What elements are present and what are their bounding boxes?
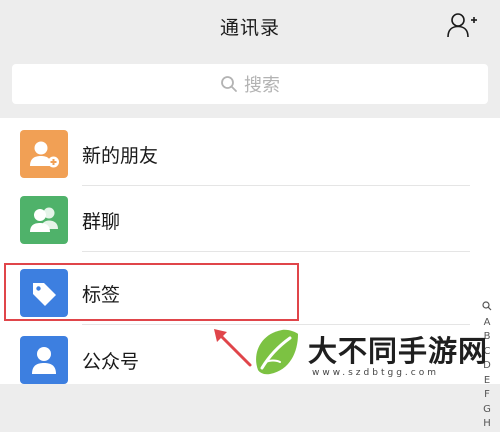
- divider: [82, 251, 470, 252]
- group-chat-icon: [20, 196, 68, 244]
- index-letter[interactable]: G: [480, 403, 494, 418]
- search-placeholder: 搜索: [244, 75, 280, 96]
- list-item-group-chat[interactable]: 群聊: [0, 186, 470, 252]
- leaf-logo-icon: [248, 324, 304, 380]
- official-account-icon: [20, 336, 68, 384]
- new-friend-icon: [20, 130, 68, 178]
- index-search-icon[interactable]: [480, 301, 494, 316]
- search-area: 搜索: [0, 52, 500, 118]
- header: 通讯录: [0, 0, 500, 52]
- search-input[interactable]: 搜索: [12, 64, 488, 104]
- search-icon: [220, 75, 238, 93]
- list-item-label: 新的朋友: [82, 145, 159, 167]
- list-item-label: 公众号: [82, 351, 140, 373]
- add-contact-icon[interactable]: [446, 11, 478, 39]
- list-item-new-friends[interactable]: 新的朋友: [0, 120, 470, 186]
- watermark-url: www.szdbtgg.com: [312, 368, 439, 378]
- watermark-text: 大不同手游网: [308, 334, 489, 368]
- index-letter[interactable]: F: [480, 388, 494, 403]
- watermark: 大不同手游网 www.szdbtgg.com: [248, 322, 500, 384]
- list-item-label: 群聊: [82, 211, 121, 233]
- highlight-box: [4, 263, 299, 321]
- index-letter[interactable]: H: [480, 417, 494, 432]
- page-title: 通讯录: [219, 17, 280, 39]
